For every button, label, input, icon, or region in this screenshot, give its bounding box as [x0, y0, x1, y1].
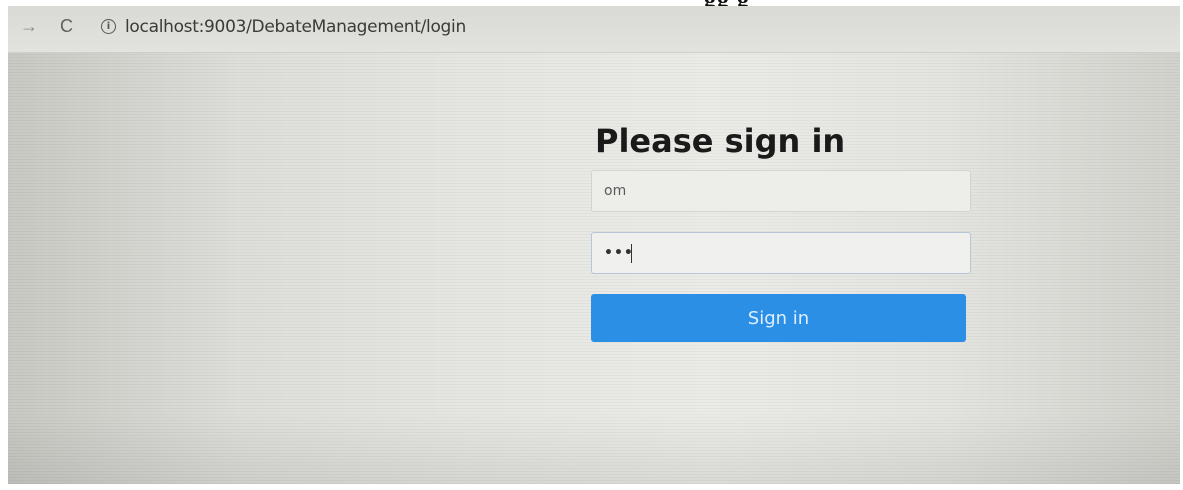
browser-address-bar: → C i localhost:9003/DebateManagement/lo…: [8, 6, 1180, 53]
text-caret: [631, 244, 632, 263]
username-input[interactable]: [591, 170, 971, 212]
page-title: Please sign in: [595, 122, 846, 160]
photo-shadow: [8, 414, 1180, 484]
info-icon[interactable]: i: [101, 19, 116, 34]
reload-icon[interactable]: C: [60, 16, 73, 36]
sign-in-button[interactable]: Sign in: [591, 294, 966, 342]
url-text[interactable]: localhost:9003/DebateManagement/login: [125, 17, 466, 37]
password-input[interactable]: •••: [591, 232, 971, 274]
forward-icon[interactable]: →: [20, 16, 38, 36]
screen-photo: → C i localhost:9003/DebateManagement/lo…: [8, 6, 1180, 484]
password-mask: •••: [604, 245, 634, 261]
